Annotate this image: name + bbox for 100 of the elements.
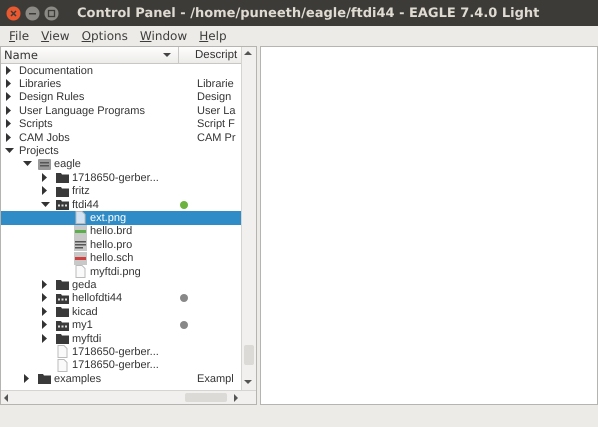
menu-item[interactable]: Options [76, 28, 134, 44]
expander-icon[interactable] [5, 132, 13, 143]
item-description: CAM Pr [196, 132, 236, 144]
file-icon [73, 211, 88, 224]
folder-icon [55, 292, 70, 305]
description-column-header[interactable]: Descript [179, 49, 238, 61]
item-name: hellofdti44 [72, 292, 124, 304]
menu-item[interactable]: File [3, 28, 36, 44]
expander-icon[interactable] [23, 160, 33, 168]
tree-row[interactable]: ext.png [1, 211, 242, 225]
file-icon [73, 265, 88, 278]
menu-item[interactable]: Window [134, 28, 194, 44]
tree-row[interactable]: fritz [1, 184, 242, 198]
file-icon [55, 358, 70, 372]
expander-icon[interactable] [5, 92, 13, 102]
item-name: Scripts [19, 118, 54, 130]
file-icon [55, 345, 70, 358]
tree-row[interactable]: Libraries Librarie [1, 77, 242, 91]
item-description: Design [196, 91, 232, 104]
scroll-down-icon[interactable] [242, 378, 254, 386]
tree-row[interactable]: kicad [1, 305, 242, 318]
scroll-right-icon[interactable] [231, 392, 241, 402]
schematic-icon [73, 252, 88, 265]
tree-row[interactable]: 1718650-gerber... [1, 171, 242, 185]
tree-row[interactable]: ftdi44 [1, 198, 242, 212]
maximize-icon[interactable] [44, 6, 59, 20]
tree-row[interactable]: Documentation [1, 64, 242, 78]
item-name: my1 [72, 319, 94, 332]
tree-row[interactable]: examples Exampl [1, 372, 242, 386]
tree-row[interactable]: hellofdti44 [1, 292, 242, 306]
item-name: Libraries [19, 78, 62, 90]
expander-icon[interactable] [41, 280, 49, 290]
name-column-header[interactable]: Name [1, 47, 179, 63]
tree-row[interactable]: Scripts Script F [1, 118, 242, 131]
tree-row[interactable]: geda [1, 278, 242, 292]
scrollbar-thumb[interactable] [185, 393, 227, 402]
folder-icon [55, 278, 70, 292]
tree-row[interactable]: Projects [1, 144, 242, 158]
tree-row[interactable]: 1718650-gerber... [1, 358, 242, 372]
tree-row[interactable]: User Language Programs User La [1, 104, 242, 118]
item-name: fritz [72, 185, 91, 198]
tree-row[interactable]: my1 [1, 318, 242, 332]
folder-icon [37, 372, 52, 386]
expander-icon[interactable] [5, 147, 15, 156]
board-icon [73, 224, 88, 238]
scrollbar-thumb[interactable] [244, 345, 254, 365]
expander-icon[interactable] [41, 334, 49, 344]
item-name: Documentation [19, 64, 94, 77]
item-description: Script F [196, 118, 235, 130]
window-title: Control Panel - /home/puneeth/eagle/ftdi44 - EAGLE 7.4.0 Light [77, 6, 540, 20]
expander-icon[interactable] [5, 106, 13, 116]
drawer-icon [37, 158, 52, 171]
item-name: 1718650-gerber... [72, 172, 160, 184]
expander-icon[interactable] [41, 186, 49, 196]
folder-icon [55, 184, 70, 198]
item-name: User Language Programs [19, 104, 146, 117]
expander-icon[interactable] [23, 374, 31, 384]
expander-icon[interactable] [41, 306, 49, 317]
item-name: 1718650-gerber... [72, 359, 160, 372]
expander-icon[interactable] [41, 200, 51, 209]
expander-icon[interactable] [41, 172, 49, 183]
item-name: Projects [19, 145, 60, 158]
text-file-icon [73, 238, 88, 252]
item-description: Exampl [196, 372, 234, 385]
tree-row[interactable]: myftdi [1, 332, 242, 346]
vertical-scrollbar[interactable] [241, 47, 256, 390]
expander-icon[interactable] [5, 79, 13, 90]
tree-row[interactable]: CAM Jobs CAM Pr [1, 130, 242, 144]
item-name: eagle [54, 158, 82, 170]
tree-row[interactable]: hello.pro [1, 238, 242, 252]
tree-row[interactable]: 1718650-gerber... [1, 345, 242, 359]
expander-icon[interactable] [41, 293, 49, 304]
close-icon[interactable] [6, 6, 21, 20]
menu-item[interactable]: View [35, 28, 76, 44]
item-name: ext.png [90, 212, 128, 224]
minimize-icon[interactable] [25, 6, 40, 20]
tree-row[interactable]: myftdi.png [1, 264, 242, 278]
tree-row[interactable]: hello.brd [1, 224, 242, 238]
tree-row[interactable]: eagle [1, 158, 242, 172]
expander-icon[interactable] [5, 119, 13, 130]
item-name: geda [72, 278, 98, 291]
horizontal-scrollbar[interactable] [1, 390, 256, 404]
folder-icon [55, 171, 70, 184]
item-name: Design Rules [19, 91, 86, 104]
menu-item[interactable]: Help [193, 28, 233, 44]
tree-row[interactable]: Design Rules Design [1, 90, 242, 104]
item-name: 1718650-gerber... [72, 346, 160, 358]
tree-row[interactable]: hello.sch [1, 251, 242, 265]
item-name: myftdi [72, 332, 102, 344]
item-name: CAM Jobs [19, 132, 71, 144]
folder-icon [55, 305, 70, 318]
item-name: hello.pro [90, 238, 134, 251]
caret-icon [162, 52, 172, 58]
item-name: hello.sch [90, 252, 134, 264]
expander-icon[interactable] [41, 320, 49, 330]
item-name: examples [54, 372, 102, 385]
item-name: ftdi44 [72, 198, 100, 211]
item-name: kicad [72, 306, 99, 318]
item-description: Librarie [196, 78, 234, 90]
expander-icon[interactable] [5, 66, 13, 76]
